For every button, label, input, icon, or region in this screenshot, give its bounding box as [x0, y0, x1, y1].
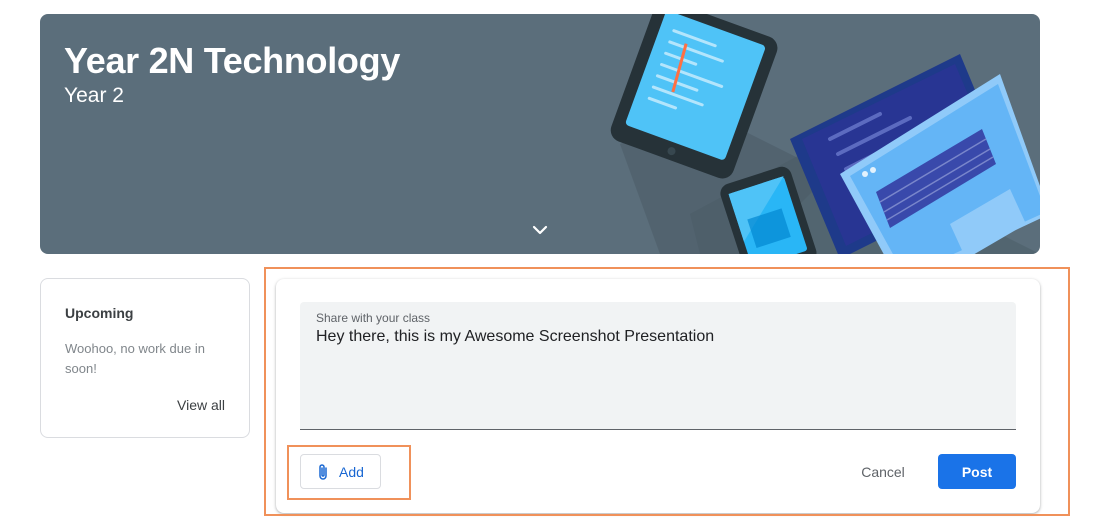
view-all-link[interactable]: View all — [177, 397, 225, 413]
cancel-button[interactable]: Cancel — [846, 454, 920, 489]
class-banner: Year 2N Technology Year 2 — [40, 14, 1040, 254]
chevron-down-icon[interactable] — [528, 220, 552, 240]
class-section: Year 2 — [64, 84, 124, 107]
announcement-input-value[interactable]: Hey there, this is my Awesome Screenshot… — [316, 328, 714, 346]
announcement-composer: Share with your class Hey there, this is… — [276, 279, 1040, 513]
add-attachment-button[interactable]: Add — [300, 454, 381, 489]
upcoming-card: Upcoming Woohoo, no work due in soon! Vi… — [40, 278, 250, 438]
class-title[interactable]: Year 2N Technology — [64, 40, 400, 82]
upcoming-title: Upcoming — [65, 305, 134, 321]
paperclip-icon — [319, 463, 327, 480]
add-attachment-label: Add — [339, 463, 364, 480]
post-button[interactable]: Post — [938, 454, 1016, 489]
devices-illustration — [610, 14, 1040, 254]
announcement-input[interactable]: Share with your class Hey there, this is… — [300, 302, 1016, 430]
upcoming-message: Woohoo, no work due in soon! — [65, 341, 205, 376]
announcement-input-label: Share with your class — [316, 311, 431, 325]
